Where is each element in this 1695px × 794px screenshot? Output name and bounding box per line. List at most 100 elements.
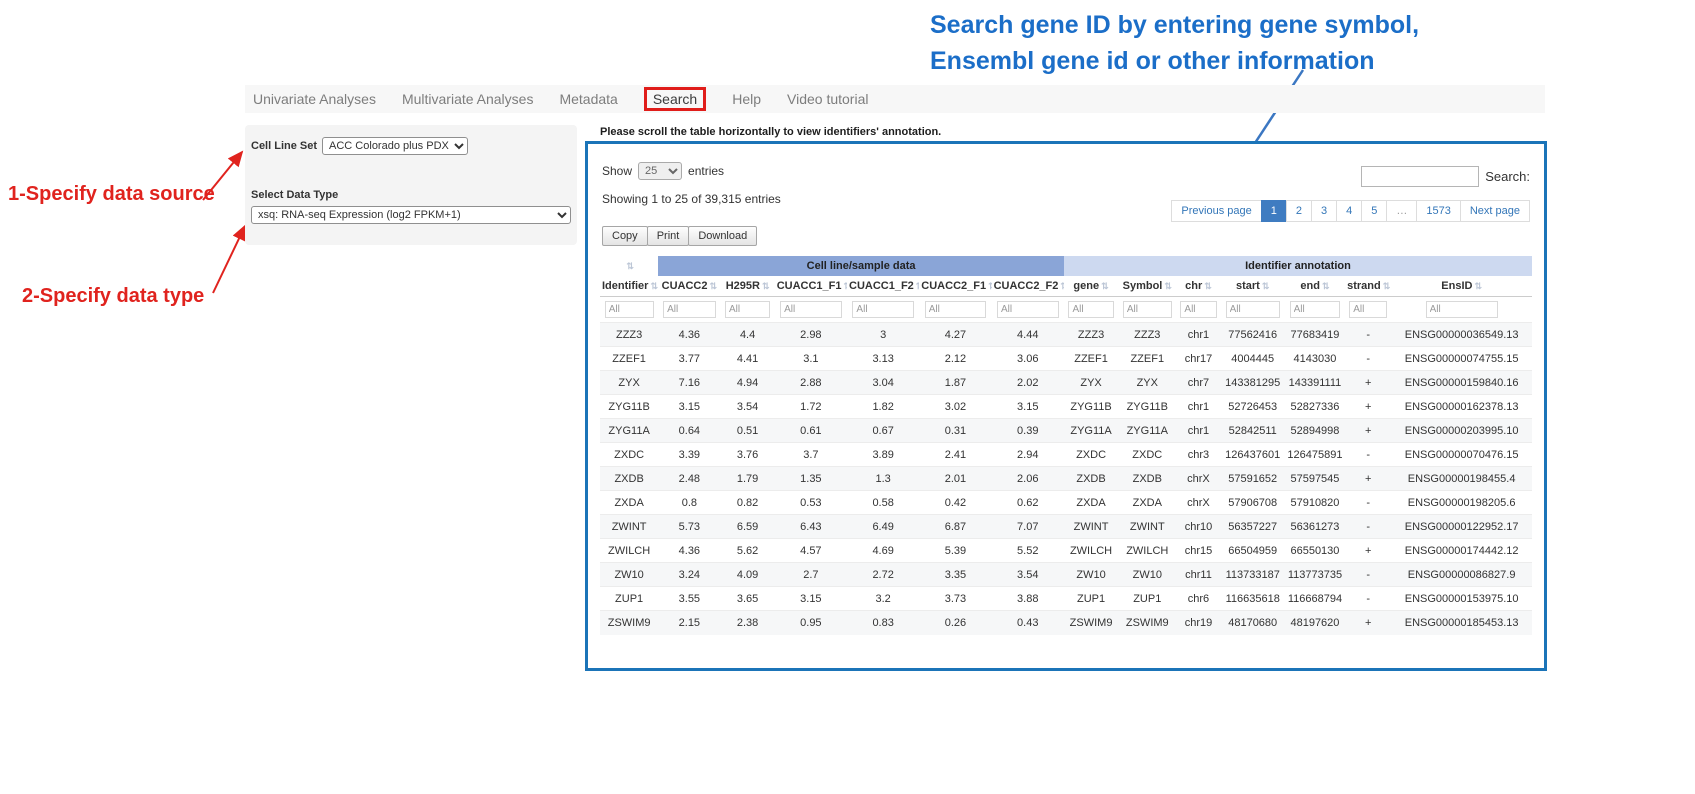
filter-input-chr[interactable] xyxy=(1180,301,1216,318)
page-button-5[interactable]: 5 xyxy=(1361,200,1387,222)
search-annotation-line2: Ensembl gene id or other information xyxy=(930,44,1510,80)
data-cell: 126475891 xyxy=(1285,443,1345,467)
nav-item-univariate-analyses[interactable]: Univariate Analyses xyxy=(253,91,376,107)
data-cell: 3.1 xyxy=(775,347,847,371)
filter-input-cuacc2_f2[interactable] xyxy=(997,301,1059,318)
data-cell: 3.88 xyxy=(992,587,1064,611)
filter-input-end[interactable] xyxy=(1290,301,1341,318)
cell-line-set-select[interactable]: ACC Colorado plus PDX xyxy=(322,137,468,155)
page-button-2[interactable]: 2 xyxy=(1286,200,1312,222)
filter-input-ensid[interactable] xyxy=(1426,301,1498,318)
data-cell: ZUP1 xyxy=(1064,587,1118,611)
data-cell: + xyxy=(1345,395,1391,419)
data-cell: chrX xyxy=(1176,491,1220,515)
column-header-ensid[interactable]: EnsID⇅ xyxy=(1391,276,1532,297)
table-row: ZW103.244.092.72.723.353.54ZW10ZW10chr11… xyxy=(600,563,1532,587)
data-cell: 0.67 xyxy=(847,419,919,443)
previous-page-button[interactable]: Previous page xyxy=(1171,200,1261,222)
print-button[interactable]: Print xyxy=(647,226,690,246)
filter-input-gene[interactable] xyxy=(1068,301,1113,318)
download-button[interactable]: Download xyxy=(688,226,757,246)
data-cell: 52827336 xyxy=(1285,395,1345,419)
column-header-cuacc1_f2[interactable]: CUACC1_F2⇅ xyxy=(847,276,919,297)
filter-input-symbol[interactable] xyxy=(1123,301,1172,318)
data-cell: 6.49 xyxy=(847,515,919,539)
data-cell: ZUP1 xyxy=(1118,587,1176,611)
column-header-cuacc2_f2[interactable]: CUACC2_F2⇅ xyxy=(992,276,1064,297)
data-cell: 2.15 xyxy=(658,611,720,635)
search-annotation: Search gene ID by entering gene symbol, … xyxy=(930,8,1510,79)
filter-input-h295r[interactable] xyxy=(725,301,770,318)
table-row: ZWILCH4.365.624.574.695.395.52ZWILCHZWIL… xyxy=(600,539,1532,563)
column-label: EnsID xyxy=(1441,280,1472,292)
data-cell: 0.26 xyxy=(919,611,991,635)
identifier-cell: ZYG11B xyxy=(600,395,658,419)
column-header-cuacc2[interactable]: CUACC2⇅ xyxy=(658,276,720,297)
page-button-1[interactable]: 1 xyxy=(1261,200,1287,222)
cell-line-set-label: Cell Line Set xyxy=(251,140,317,152)
column-header-symbol[interactable]: Symbol⇅ xyxy=(1118,276,1176,297)
data-type-select[interactable]: xsq: RNA-seq Expression (log2 FPKM+1) xyxy=(251,206,571,224)
page: Search gene ID by entering gene symbol, … xyxy=(0,0,1695,794)
group-header-identifier-annotation: Identifier annotation xyxy=(1064,256,1532,276)
column-header-gene[interactable]: gene⇅ xyxy=(1064,276,1118,297)
data-cell: 4.4 xyxy=(720,323,774,347)
page-button-4[interactable]: 4 xyxy=(1336,200,1362,222)
data-cell: - xyxy=(1345,563,1391,587)
data-cell: ENSG00000174442.12 xyxy=(1391,539,1532,563)
column-header-chr[interactable]: chr⇅ xyxy=(1176,276,1220,297)
nav-item-help[interactable]: Help xyxy=(732,91,761,107)
nav-item-metadata[interactable]: Metadata xyxy=(559,91,617,107)
filter-input-cuacc2_f1[interactable] xyxy=(925,301,986,318)
data-cell: 3.24 xyxy=(658,563,720,587)
nav-item-search[interactable]: Search xyxy=(644,87,706,111)
copy-button[interactable]: Copy xyxy=(602,226,648,246)
data-cell: + xyxy=(1345,611,1391,635)
identifier-cell: ZYX xyxy=(600,371,658,395)
data-cell: 0.58 xyxy=(847,491,919,515)
filter-input-strand[interactable] xyxy=(1349,301,1387,318)
filter-input-cuacc1_f2[interactable] xyxy=(852,301,913,318)
column-header-cuacc2_f1[interactable]: CUACC2_F1⇅ xyxy=(919,276,991,297)
data-cell: ZW10 xyxy=(1064,563,1118,587)
data-cell: ZW10 xyxy=(1118,563,1176,587)
identifier-cell: ZUP1 xyxy=(600,587,658,611)
column-header-cuacc1_f1[interactable]: CUACC1_F1⇅ xyxy=(775,276,847,297)
nav-item-multivariate-analyses[interactable]: Multivariate Analyses xyxy=(402,91,534,107)
navbar: Univariate Analyses Multivariate Analyses… xyxy=(245,85,1545,113)
data-cell: 4143030 xyxy=(1285,347,1345,371)
nav-item-video-tutorial[interactable]: Video tutorial xyxy=(787,91,868,107)
filter-input-identifier[interactable] xyxy=(605,301,654,318)
show-entries-control: Show 25 entries xyxy=(602,162,724,180)
data-cell: 3.35 xyxy=(919,563,991,587)
data-cell: 2.38 xyxy=(720,611,774,635)
search-input[interactable] xyxy=(1361,166,1479,187)
identifier-group-header[interactable]: ⇅ xyxy=(600,256,658,276)
page-button-3[interactable]: 3 xyxy=(1311,200,1337,222)
table-row: ZYG11A0.640.510.610.670.310.39ZYG11AZYG1… xyxy=(600,419,1532,443)
column-header-identifier[interactable]: Identifier⇅ xyxy=(600,276,658,297)
column-header-end[interactable]: end⇅ xyxy=(1285,276,1345,297)
filter-input-cuacc1_f1[interactable] xyxy=(780,301,841,318)
next-page-button[interactable]: Next page xyxy=(1460,200,1530,222)
page-button-1573[interactable]: 1573 xyxy=(1416,200,1460,222)
annotation-data-source: 1-Specify data source xyxy=(8,183,215,206)
column-header-start[interactable]: start⇅ xyxy=(1221,276,1285,297)
filter-input-start[interactable] xyxy=(1226,301,1280,318)
data-cell: ZXDC xyxy=(1064,443,1118,467)
column-header-h295r[interactable]: H295R⇅ xyxy=(720,276,774,297)
entries-select[interactable]: 25 xyxy=(638,162,682,180)
identifier-cell: ZWINT xyxy=(600,515,658,539)
data-cell: chr17 xyxy=(1176,347,1220,371)
data-cell: 2.01 xyxy=(919,467,991,491)
sort-icon: ⇅ xyxy=(1262,281,1270,291)
data-cell: ZYG11B xyxy=(1064,395,1118,419)
data-cell: ENSG00000203995.10 xyxy=(1391,419,1532,443)
column-header-strand[interactable]: strand⇅ xyxy=(1345,276,1391,297)
pagination: Previous page12345…1573Next page xyxy=(1172,200,1530,222)
data-cell: + xyxy=(1345,419,1391,443)
filter-input-cuacc2[interactable] xyxy=(663,301,715,318)
sort-icon: ⇅ xyxy=(1164,281,1172,291)
data-cell: 1.87 xyxy=(919,371,991,395)
data-cell: ENSG00000070476.15 xyxy=(1391,443,1532,467)
